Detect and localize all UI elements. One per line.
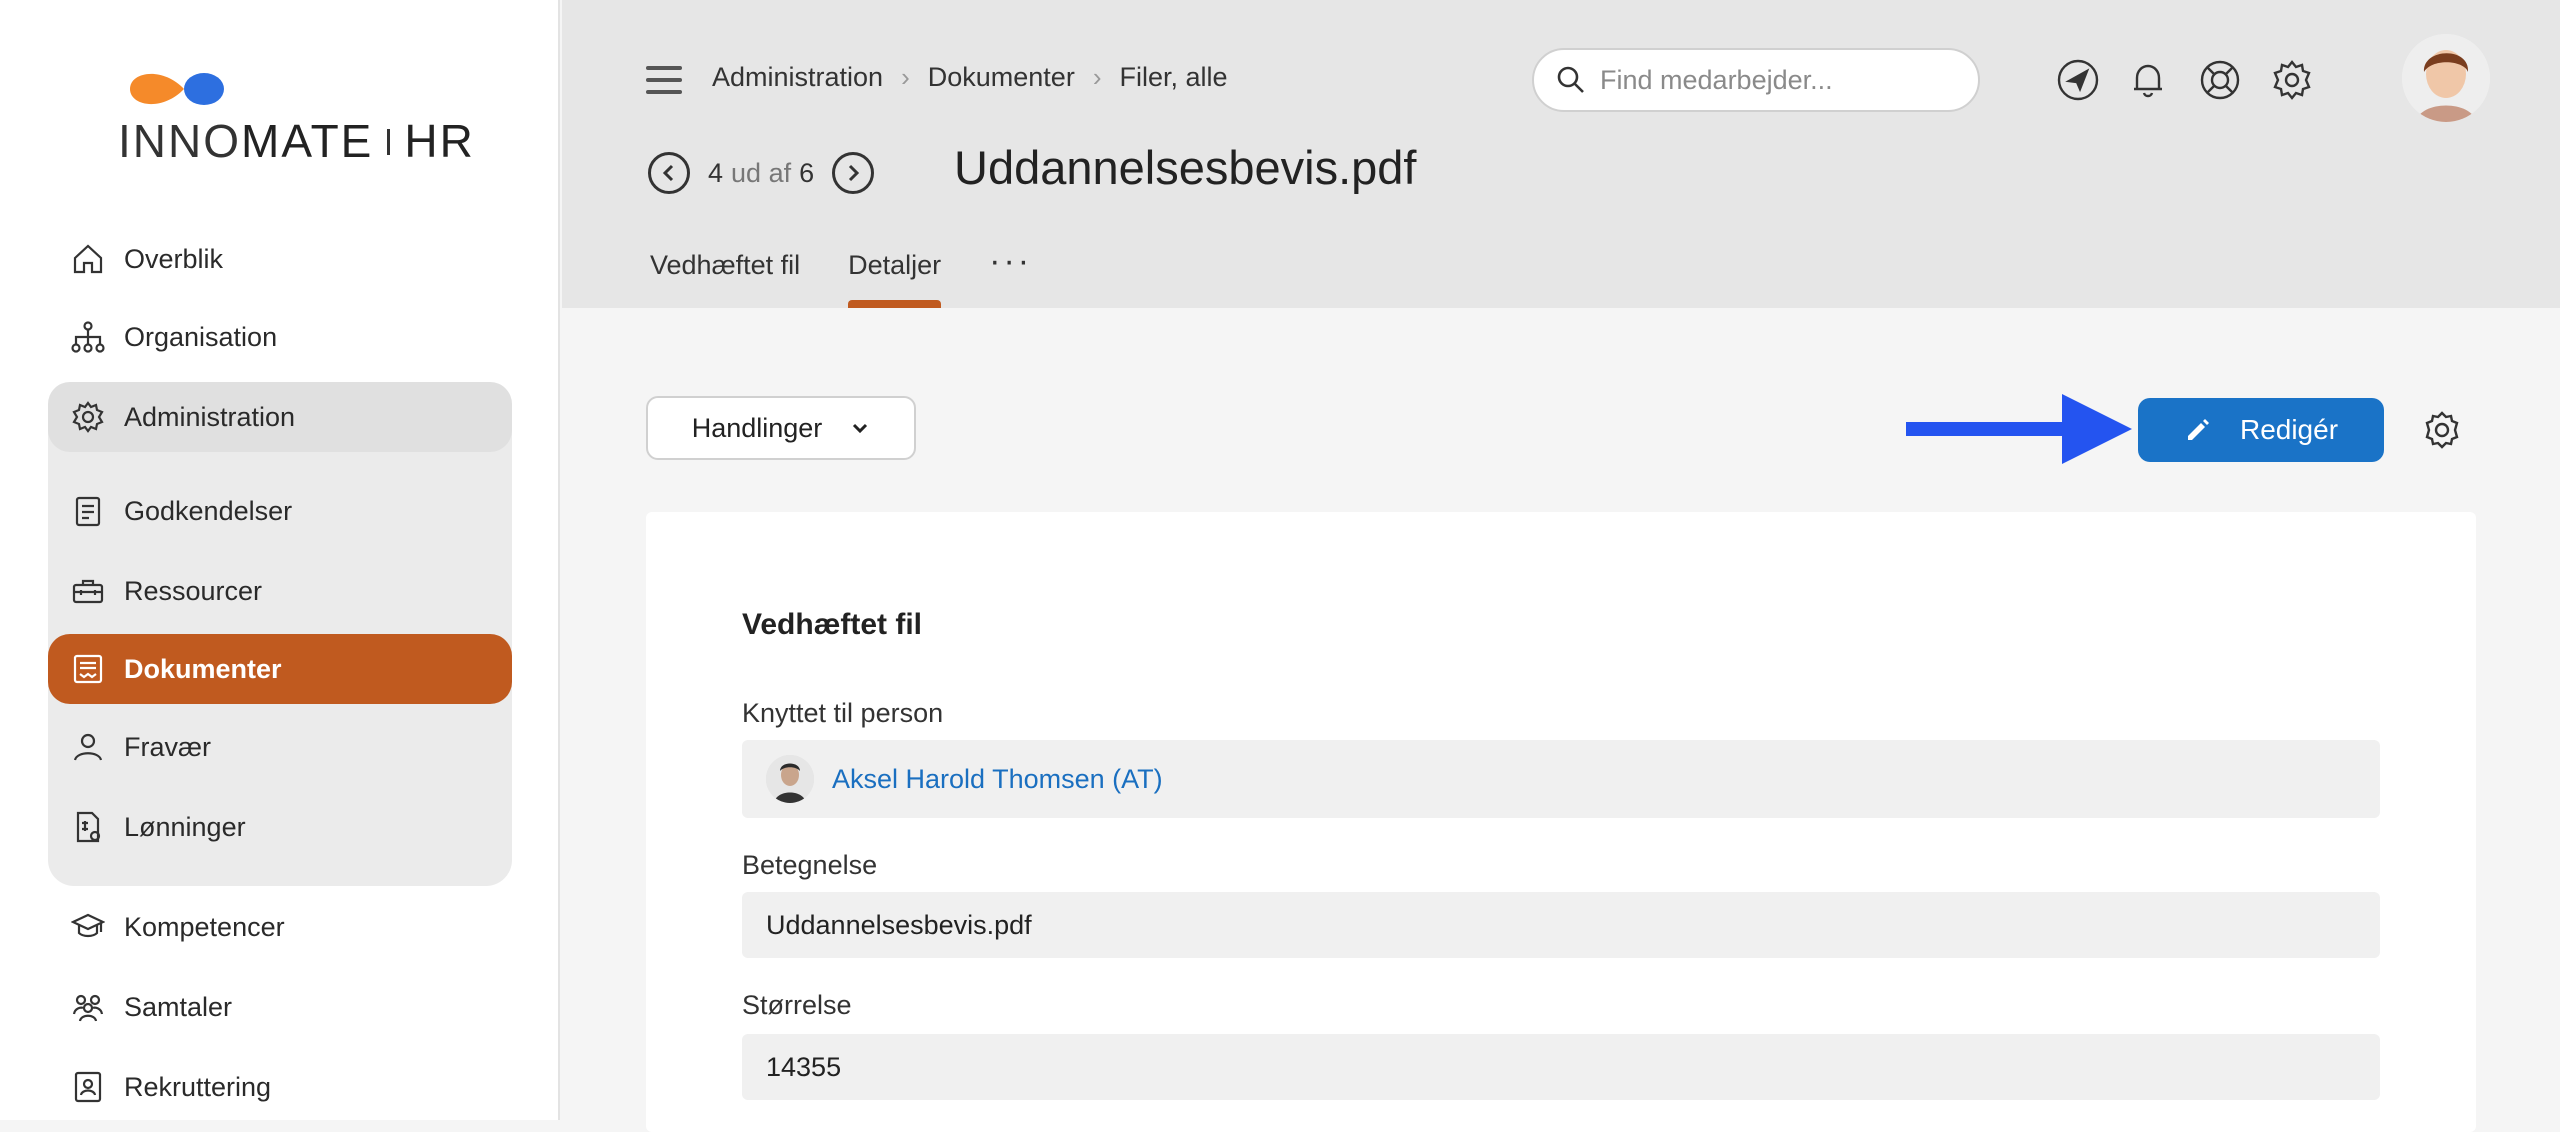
home-icon (70, 241, 106, 277)
sidebar-item-label: Kompetencer (124, 911, 285, 942)
chevron-left-icon (662, 164, 674, 182)
logo-text-mate: MATE (241, 115, 374, 167)
tab-more-menu[interactable]: ··· (989, 242, 1032, 300)
sidebar-item-label: Administration (124, 401, 296, 432)
sidebar-item-overblik[interactable]: Overblik (48, 224, 512, 294)
page-title: Uddannelsesbevis.pdf (954, 141, 1417, 194)
tab-detaljer[interactable]: Detaljer (848, 250, 942, 308)
hamburger-menu-icon[interactable] (646, 66, 682, 94)
section-title: Vedhæftet fil (742, 608, 923, 641)
logo-mark-icon (130, 73, 224, 105)
id-card-icon (70, 1069, 106, 1105)
pager-of: ud af (731, 157, 792, 188)
payslip-icon (70, 809, 106, 845)
document-icon (70, 651, 106, 687)
field-betegnelse: Uddannelsesbevis.pdf (742, 892, 2380, 958)
sidebar-item-lonninger[interactable]: Lønninger (48, 792, 512, 862)
field-person: Aksel Harold Thomsen (AT) (742, 740, 2380, 818)
actions-dropdown[interactable]: Handlinger (646, 396, 916, 460)
clipboard-icon (70, 493, 106, 529)
field-value-betegnelse: Uddannelsesbevis.pdf (766, 909, 1032, 940)
edit-button[interactable]: Redigér (2138, 398, 2384, 462)
chevron-down-icon (853, 423, 868, 434)
sidebar-item-label: Godkendelser (124, 495, 293, 526)
sidebar-item-organisation[interactable]: Organisation (48, 302, 512, 372)
sidebar-item-godkendelser[interactable]: Godkendelser (48, 476, 512, 546)
breadcrumb-dokumenter[interactable]: Dokumenter (928, 62, 1075, 93)
pencil-icon (2187, 419, 2209, 440)
people-icon (70, 989, 106, 1025)
field-label-person: Knyttet til person (742, 698, 944, 728)
chevron-right-icon: › (1092, 62, 1102, 92)
sidebar-item-administration[interactable]: Administration (48, 382, 512, 452)
sidebar-item-label: Samtaler (124, 991, 233, 1022)
logo-text: INNOMATE HR (118, 114, 475, 168)
annotation-arrow-icon (1906, 394, 2132, 464)
sidebar-item-label: Organisation (124, 321, 278, 352)
sidebar-item-samtaler[interactable]: Samtaler (48, 972, 512, 1042)
sidebar-item-label: Fravær (124, 731, 211, 762)
edit-label: Redigér (2239, 414, 2339, 445)
sidebar-item-fravaer[interactable]: Fravær (48, 712, 512, 782)
person-icon (70, 729, 106, 765)
search-input[interactable] (1600, 64, 1960, 96)
employee-search[interactable] (1532, 48, 1980, 112)
sidebar-item-ressourcer[interactable]: Ressourcer (48, 556, 512, 626)
logo-text-inno: INNO (118, 115, 241, 167)
breadcrumb: Administration › Dokumenter › Filer, all… (712, 62, 1228, 93)
org-chart-icon (70, 319, 106, 355)
navigation-arrow-icon[interactable] (2056, 58, 2100, 102)
innomate-logo[interactable]: INNOMATE HR (118, 60, 473, 170)
actions-label: Handlinger (691, 412, 823, 443)
previous-record-button[interactable] (648, 152, 690, 194)
sidebar-item-dokumenter[interactable]: Dokumenter (48, 634, 512, 704)
chevron-right-icon (849, 164, 860, 182)
sidebar-item-label: Overblik (124, 243, 224, 274)
field-label-betegnelse: Betegnelse (742, 850, 878, 880)
person-link[interactable]: Aksel Harold Thomsen (AT) (832, 764, 1163, 795)
gear-icon (70, 399, 106, 435)
pager-current: 4 (708, 157, 724, 188)
settings-gear-icon[interactable] (2270, 58, 2314, 102)
sidebar-item-kompetencer[interactable]: Kompetencer (48, 892, 512, 962)
sidebar-item-label: Rekruttering (124, 1071, 272, 1102)
person-avatar (766, 755, 814, 803)
field-label-storrelse: Størrelse (742, 990, 852, 1020)
breadcrumb-administration[interactable]: Administration (712, 62, 883, 93)
sidebar-item-label: Lønninger (124, 811, 246, 842)
tab-vedhaeftet-fil[interactable]: Vedhæftet fil (650, 250, 800, 308)
chevron-right-icon: › (901, 62, 910, 92)
search-icon (1557, 66, 1584, 93)
toolbox-icon (70, 573, 106, 609)
user-avatar[interactable] (2402, 34, 2490, 122)
next-record-button[interactable] (832, 152, 875, 194)
help-lifebuoy-icon[interactable] (2198, 58, 2242, 102)
sidebar: INNOMATE HR Overblik Organisation Adminis… (0, 0, 560, 1120)
graduation-cap-icon (70, 909, 106, 945)
view-settings-gear-icon[interactable] (2420, 408, 2464, 452)
field-value-storrelse: 14355 (766, 1051, 842, 1082)
pager-total: 6 (799, 157, 815, 188)
field-storrelse: 14355 (742, 1034, 2380, 1100)
sidebar-item-label: Ressourcer (124, 575, 263, 606)
record-pager: 4 ud af 6 (648, 152, 875, 194)
breadcrumb-filer-alle[interactable]: Filer, alle (1120, 62, 1228, 93)
logo-text-hr: HR (404, 115, 475, 167)
sidebar-item-label: Dokumenter (124, 653, 282, 684)
tab-bar: Vedhæftet fil Detaljer ··· (650, 242, 1080, 308)
bell-icon[interactable] (2126, 58, 2170, 102)
sidebar-item-rekruttering[interactable]: Rekruttering (48, 1052, 512, 1122)
